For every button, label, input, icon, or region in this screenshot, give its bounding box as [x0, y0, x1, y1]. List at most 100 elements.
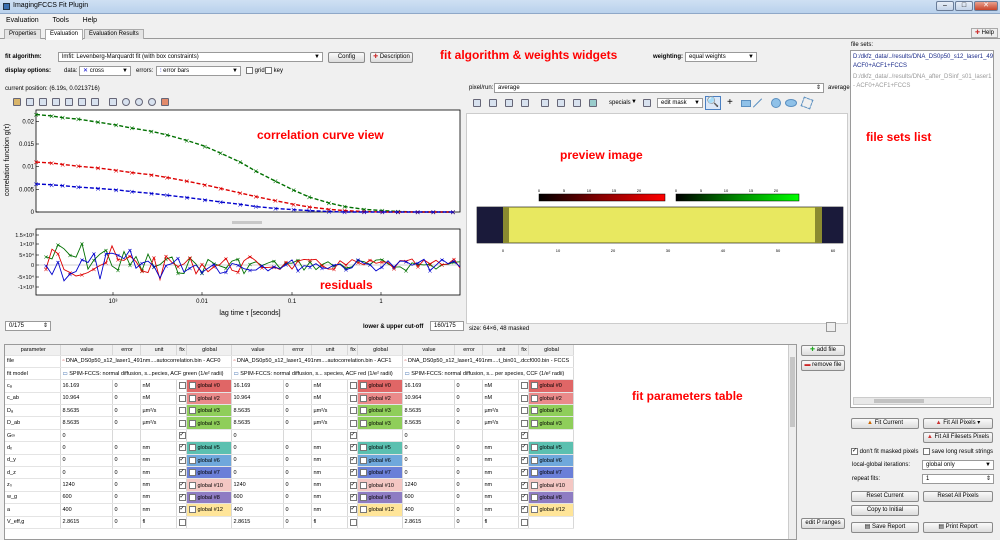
param-fix-checkbox[interactable]: ✓ — [520, 444, 527, 452]
param-value[interactable]: 0 — [60, 441, 113, 455]
specials-dropdown-icon[interactable]: ▼ — [631, 99, 637, 105]
param-global-checkbox[interactable] — [188, 456, 196, 464]
menu-help[interactable]: Help — [83, 17, 97, 24]
param-fix-cell[interactable]: ✓ — [347, 478, 358, 492]
param-fix-cell[interactable] — [518, 416, 529, 430]
param-fix-checkbox[interactable]: ✓ — [349, 493, 356, 501]
param-global-cell[interactable]: global #12 — [357, 503, 403, 517]
dont-fit-masked-option[interactable]: ✓ don't fit masked pixels — [851, 448, 919, 455]
param-fix-checkbox[interactable] — [349, 394, 356, 402]
param-global-cell[interactable]: global #3 — [357, 404, 403, 418]
param-global-cell[interactable]: global #2 — [357, 392, 403, 406]
param-global-checkbox[interactable] — [359, 382, 367, 390]
param-global-checkbox[interactable] — [530, 493, 538, 501]
add-file-button[interactable]: ✚ add file — [801, 345, 845, 356]
param-fix-cell[interactable] — [347, 416, 358, 430]
param-fix-cell[interactable]: ✓ — [176, 466, 187, 480]
param-global-checkbox[interactable] — [188, 481, 196, 489]
fit-parameters-grid[interactable]: parameter value error unit fix global value err… — [5, 345, 574, 529]
param-value[interactable]: 2.8615 — [402, 516, 455, 529]
param-global-checkbox[interactable] — [359, 481, 367, 489]
menu-tools[interactable]: Tools — [53, 17, 69, 24]
param-global-checkbox[interactable] — [188, 382, 196, 390]
param-global-cell[interactable]: global #12 — [186, 503, 232, 517]
param-value[interactable]: 0 — [231, 441, 284, 455]
param-fix-checkbox[interactable] — [520, 394, 527, 402]
help-button[interactable]: ✚ Help — [970, 28, 998, 38]
circle-tool-icon[interactable] — [771, 98, 781, 108]
param-global-cell[interactable] — [357, 429, 403, 443]
close-button[interactable]: ✕ — [974, 1, 998, 11]
tab-properties[interactable]: Properties — [4, 29, 42, 39]
description-button[interactable]: ✚ Description — [370, 52, 413, 63]
param-fix-cell[interactable]: ✓ — [176, 478, 187, 492]
param-global-checkbox[interactable] — [359, 407, 367, 415]
param-fix-cell[interactable]: ✓ — [518, 466, 529, 480]
param-value[interactable]: 0 — [231, 454, 284, 468]
param-fix-cell[interactable] — [347, 516, 358, 529]
reset-all-pixels-button[interactable]: Reset All Pixels — [923, 491, 993, 502]
table-scroll-thumb[interactable] — [790, 357, 795, 427]
dont-fit-masked-checkbox[interactable]: ✓ — [851, 448, 858, 455]
param-global-cell[interactable]: global #5 — [186, 441, 232, 455]
param-fix-checkbox[interactable]: ✓ — [349, 481, 356, 489]
print-report-button[interactable]: ▤ Print Report — [923, 522, 993, 533]
param-fix-cell[interactable]: ✓ — [518, 441, 529, 455]
param-fix-cell[interactable]: ✓ — [347, 429, 358, 443]
menu-evaluation[interactable]: Evaluation — [6, 17, 39, 24]
param-fix-checkbox[interactable]: ✓ — [520, 432, 527, 440]
param-fix-checkbox[interactable]: ✓ — [349, 469, 356, 477]
param-value[interactable]: 0 — [60, 429, 113, 443]
filesets-scroll-thumb[interactable] — [874, 399, 924, 403]
param-fix-checkbox[interactable]: ✓ — [178, 469, 185, 477]
param-global-cell[interactable]: global #2 — [186, 392, 232, 406]
param-global-checkbox[interactable] — [188, 493, 196, 501]
param-global-checkbox[interactable] — [530, 419, 538, 427]
param-value[interactable]: 16.169 — [60, 379, 113, 393]
param-global-cell[interactable]: global #6 — [528, 454, 574, 468]
param-fix-cell[interactable]: ✓ — [518, 454, 529, 468]
config-button[interactable]: Config — [328, 52, 365, 63]
param-fix-cell[interactable]: ✓ — [176, 441, 187, 455]
upper-cutoff-spinbox[interactable]: 160/175 — [430, 321, 464, 331]
table-vscrollbar[interactable] — [788, 345, 796, 539]
param-fix-cell[interactable]: ✓ — [347, 466, 358, 480]
param-global-checkbox[interactable] — [188, 394, 196, 402]
preview-save-icon[interactable] — [473, 99, 481, 107]
param-fix-cell[interactable] — [518, 379, 529, 393]
param-value[interactable]: 400 — [60, 503, 113, 517]
pixel-run-select[interactable]: average ⇕ — [494, 83, 824, 93]
model-cell-fccs[interactable]: ▭ SPIM-FCCS: normal diffusion, s... per … — [402, 367, 574, 381]
param-fix-checkbox[interactable]: ✓ — [520, 469, 527, 477]
param-value[interactable]: 1240 — [402, 478, 455, 492]
tab-evaluation-results[interactable]: Evaluation Results — [84, 29, 144, 39]
param-global-checkbox[interactable] — [530, 456, 538, 464]
param-value[interactable]: 1240 — [231, 478, 284, 492]
param-global-cell[interactable]: global #3 — [528, 404, 574, 418]
param-global-checkbox[interactable] — [530, 506, 538, 514]
param-value[interactable]: 1240 — [60, 478, 113, 492]
param-value[interactable]: 0 — [231, 429, 284, 443]
param-global-cell[interactable]: global #5 — [528, 441, 574, 455]
param-value[interactable]: 0 — [60, 466, 113, 480]
param-global-cell[interactable]: global #2 — [528, 392, 574, 406]
param-global-checkbox[interactable] — [188, 407, 196, 415]
param-fix-checkbox[interactable]: ✓ — [520, 506, 527, 514]
model-cell-acf0[interactable]: ▭ SPIM-FCCS: normal diffusion, s...pecie… — [60, 367, 232, 381]
param-value[interactable]: 2.8615 — [60, 516, 113, 529]
preview-print-icon[interactable] — [505, 99, 513, 107]
remove-file-button[interactable]: ▬ remove file — [801, 360, 845, 371]
param-global-checkbox[interactable] — [530, 382, 538, 390]
file-cell-acf1[interactable]: ▫ DNA_DS0p50_s12_laser1_491nm....autocor… — [231, 355, 403, 368]
param-global-cell[interactable]: global #8 — [528, 491, 574, 505]
param-fix-checkbox[interactable]: ✓ — [520, 493, 527, 501]
param-global-cell[interactable]: global #12 — [528, 503, 574, 517]
param-value[interactable]: 0 — [402, 441, 455, 455]
param-global-cell[interactable]: global #3 — [186, 416, 232, 430]
param-fix-cell[interactable] — [176, 404, 187, 418]
param-fix-cell[interactable]: ✓ — [518, 503, 529, 517]
param-global-cell[interactable]: global #10 — [357, 478, 403, 492]
param-value[interactable]: 600 — [231, 491, 284, 505]
rectangle-tool-icon[interactable] — [741, 100, 751, 107]
plot-splitter[interactable] — [232, 221, 262, 224]
